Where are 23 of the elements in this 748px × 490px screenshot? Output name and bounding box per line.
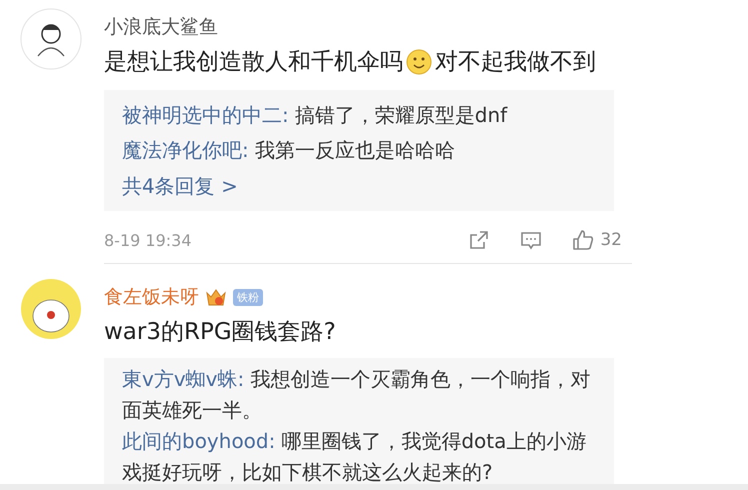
user-name[interactable]: 食左饭未呀 — [104, 284, 199, 310]
comment-text: 是想让我创造散人和千机伞吗 — [104, 48, 403, 77]
fan-badge: 铁粉 — [233, 288, 263, 306]
reply-user[interactable]: 魔法净化你吧: — [122, 138, 249, 162]
comment-text: 对不起我做不到 — [435, 48, 596, 77]
share-icon[interactable] — [468, 229, 490, 251]
reply-text: 被神明选中的中二: 搞错了，荣耀原型是dnf — [122, 102, 508, 129]
comment-icon[interactable] — [520, 229, 542, 251]
smiley-icon — [406, 49, 432, 75]
reply-text: 魔法净化你吧: 我第一反应也是哈哈哈 — [122, 137, 456, 164]
avatar[interactable] — [20, 8, 82, 70]
like-count: 32 — [600, 230, 622, 250]
reply-text: 此间的boyhood: 哪里圈钱了，我觉得dota上的小游戏挺好玩呀，比如下棋不就这么火起来的? — [122, 428, 588, 484]
reply-user[interactable]: 此间的boyhood: — [122, 429, 276, 453]
like-icon[interactable] — [572, 229, 594, 251]
reply-user[interactable]: 被神明选中的中二: — [122, 103, 289, 127]
comment-text: war3的RPG圈钱套路? — [104, 318, 336, 347]
reply-text: 東v方v蜘v蛛: 我想创造一个灭霸角色，一个响指，对面英雄死一半。 — [122, 366, 592, 424]
crown-icon — [205, 287, 227, 307]
reply-user[interactable]: 東v方v蜘v蛛: — [122, 367, 244, 391]
user-name[interactable]: 小浪底大鲨鱼 — [104, 14, 218, 40]
timestamp: 8-19 19:34 — [104, 230, 193, 250]
more-replies-link[interactable]: 共4条回复 > — [122, 168, 238, 205]
